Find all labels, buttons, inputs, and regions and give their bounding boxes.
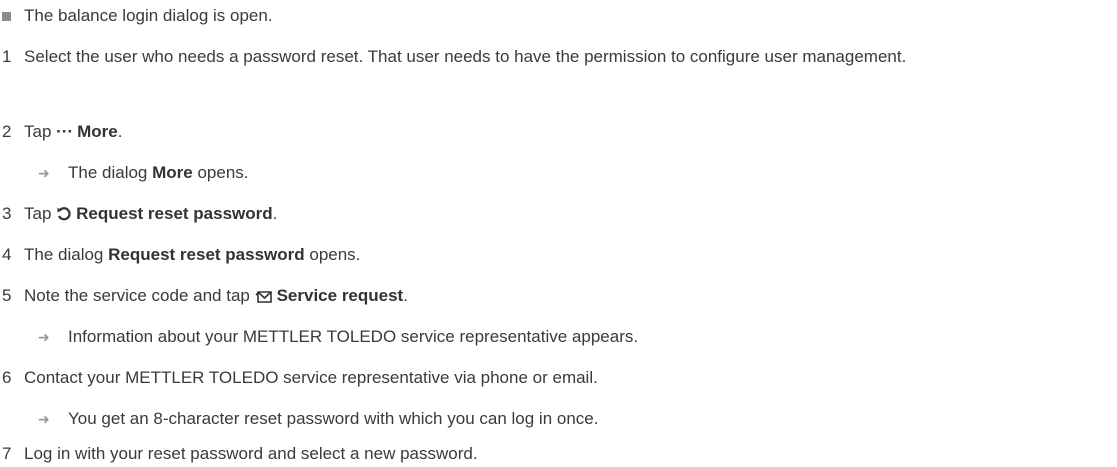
step-text: Tap Request reset password. bbox=[24, 202, 1111, 226]
step-text: Note the service code and tap Service re… bbox=[24, 284, 1111, 308]
step-number: 2 bbox=[2, 122, 12, 141]
reset-arrow-icon bbox=[56, 202, 72, 226]
bullet-square-icon bbox=[2, 12, 11, 21]
step-number: 4 bbox=[2, 245, 12, 264]
step-1: 1 Select the user who needs a password r… bbox=[0, 45, 1111, 97]
step-text: Contact your METTLER TOLEDO service repr… bbox=[24, 368, 598, 387]
result-arrow-icon: ➜ bbox=[38, 165, 50, 181]
result-arrow-icon: ➜ bbox=[38, 329, 50, 345]
step-text: Tap ··· More. bbox=[24, 120, 1111, 144]
step-text: The dialog Request reset password opens. bbox=[24, 245, 361, 264]
instruction-list: The balance login dialog is open. 1 Sele… bbox=[0, 0, 1117, 467]
more-icon: ··· bbox=[56, 122, 74, 141]
step-text: Select the user who needs a password res… bbox=[24, 47, 907, 66]
step-number: 5 bbox=[2, 286, 12, 305]
envelope-icon bbox=[255, 284, 273, 308]
step-number: 1 bbox=[2, 47, 12, 66]
result-text: Information about your METTLER TOLEDO se… bbox=[68, 327, 639, 346]
result-arrow-icon: ➜ bbox=[38, 411, 50, 427]
step-number: 3 bbox=[2, 204, 12, 223]
prerequisite-text: The balance login dialog is open. bbox=[24, 6, 273, 25]
step-number: 7 bbox=[2, 444, 12, 463]
step-number: 6 bbox=[2, 368, 12, 387]
result-text: The dialog More opens. bbox=[68, 163, 249, 182]
result-text: You get an 8-character reset password wi… bbox=[68, 409, 599, 428]
step-text: Log in with your reset password and sele… bbox=[24, 444, 478, 463]
